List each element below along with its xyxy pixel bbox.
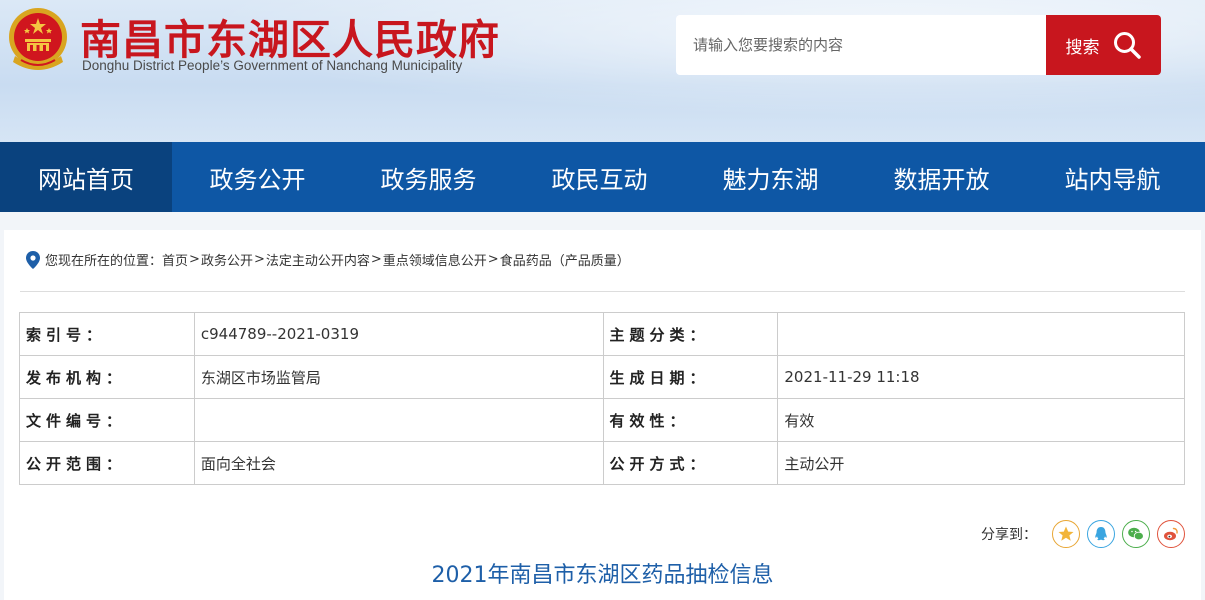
meta-key-disclosure-method: 公开方式： xyxy=(602,441,779,485)
nav-item-home[interactable]: 网站首页 xyxy=(0,142,172,212)
meta-value-publisher: 东湖区市场监管局 xyxy=(193,355,604,399)
nav-item-open-data[interactable]: 数据开放 xyxy=(856,142,1027,212)
meta-key-topic-category: 主题分类： xyxy=(602,312,779,356)
nav-item-government-services[interactable]: 政务服务 xyxy=(343,142,514,212)
article-title: 2021年南昌市东湖区药品抽检信息 xyxy=(431,563,774,588)
meta-value-document-number xyxy=(193,398,604,442)
search-button-label: 搜索 xyxy=(1065,37,1100,58)
table-row: 索引号： c944789--2021-0319 主题分类： xyxy=(19,312,1185,356)
meta-value-disclosure-scope: 面向全社会 xyxy=(193,441,604,485)
search-input[interactable] xyxy=(676,15,1048,75)
meta-value-index-number: c944789--2021-0319 xyxy=(193,312,604,356)
share-weibo-button[interactable] xyxy=(1157,520,1185,548)
nav-item-government-affairs[interactable]: 政务公开 xyxy=(172,142,343,212)
meta-key-publisher: 发布机构： xyxy=(19,355,195,399)
nav-item-site-navigation[interactable]: 站内导航 xyxy=(1027,142,1198,212)
breadcrumb-item-home[interactable]: 首页 xyxy=(162,250,188,269)
breadcrumb-separator: > xyxy=(487,252,499,267)
location-pin-icon xyxy=(26,250,40,269)
nav-item-charm-donghu[interactable]: 魅力东湖 xyxy=(685,142,856,212)
breadcrumb-divider xyxy=(20,291,1185,292)
weibo-icon xyxy=(1164,527,1178,541)
meta-value-validity: 有效 xyxy=(777,398,1185,442)
breadcrumb-item-statutory-disclosure[interactable]: 法定主动公开内容 xyxy=(266,250,370,269)
breadcrumb-separator: > xyxy=(253,252,265,267)
breadcrumb-item-government-affairs[interactable]: 政务公开 xyxy=(201,250,253,269)
site-title: 南昌市东湖区人民政府 xyxy=(80,16,500,64)
site-header: 南昌市东湖区人民政府 Donghu District People’s Gove… xyxy=(0,0,1205,142)
meta-key-document-number: 文件编号： xyxy=(19,398,195,442)
meta-key-index-number: 索引号： xyxy=(19,312,195,356)
breadcrumb-item-key-areas[interactable]: 重点领域信息公开 xyxy=(383,250,487,269)
breadcrumb-separator: > xyxy=(370,252,382,267)
breadcrumb-separator: > xyxy=(189,252,200,267)
breadcrumb: 您现在所在的位置： 首页 > 政务公开 > 法定主动公开内容 > 重点领域信息公… xyxy=(26,250,630,269)
table-row: 公开范围： 面向全社会 公开方式： 主动公开 xyxy=(19,441,1185,485)
main-content: 您现在所在的位置： 首页 > 政务公开 > 法定主动公开内容 > 重点领域信息公… xyxy=(4,230,1201,600)
document-metadata-table: 索引号： c944789--2021-0319 主题分类： 发布机构： 东湖区市… xyxy=(19,312,1185,485)
national-emblem-icon xyxy=(9,8,67,70)
meta-key-disclosure-scope: 公开范围： xyxy=(19,441,195,485)
share-bar: 分享到： xyxy=(981,520,1185,548)
breadcrumb-item-food-drugs[interactable]: 食品药品（产品质量） xyxy=(500,250,630,269)
wechat-icon xyxy=(1128,527,1144,541)
table-row: 文件编号： 有效性： 有效 xyxy=(19,398,1185,442)
search-button[interactable]: 搜索 xyxy=(1046,15,1161,75)
breadcrumb-prefix: 您现在所在的位置： xyxy=(45,254,163,269)
star-icon xyxy=(1058,526,1074,541)
table-row: 发布机构： 东湖区市场监管局 生成日期： 2021-11-29 11:18 xyxy=(19,355,1185,399)
meta-value-disclosure-method: 主动公开 xyxy=(777,441,1185,485)
share-label: 分享到： xyxy=(981,527,1037,543)
qq-icon xyxy=(1095,527,1107,541)
site-subtitle: Donghu District People’s Government of N… xyxy=(82,58,463,73)
share-qq-button[interactable] xyxy=(1087,520,1115,548)
meta-key-validity: 有效性： xyxy=(602,398,779,442)
meta-value-topic-category xyxy=(777,312,1185,356)
main-nav: 网站首页 政务公开 政务服务 政民互动 魅力东湖 数据开放 站内导航 xyxy=(0,142,1205,212)
nav-item-interaction[interactable]: 政民互动 xyxy=(514,142,685,212)
meta-key-generated-date: 生成日期： xyxy=(602,355,779,399)
share-wechat-button[interactable] xyxy=(1122,520,1150,548)
search-icon xyxy=(1113,32,1141,59)
meta-value-generated-date: 2021-11-29 11:18 xyxy=(777,355,1185,399)
share-favorite-button[interactable] xyxy=(1052,520,1080,548)
